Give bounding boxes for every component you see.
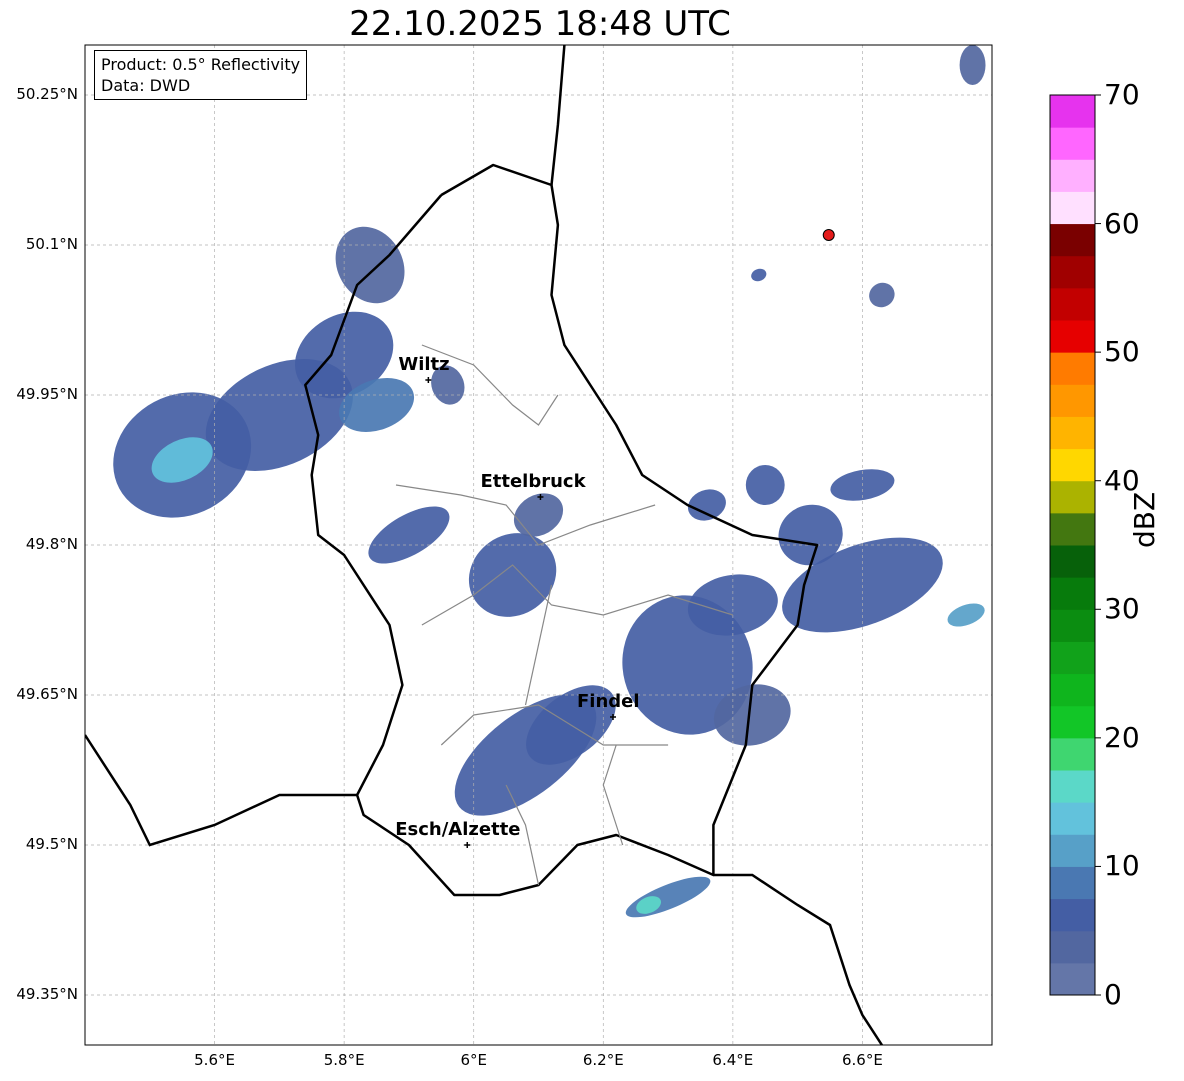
lat-tick-label: 50.25°N	[16, 85, 78, 103]
colorbar-segment	[1050, 866, 1095, 900]
lat-tick-label: 49.65°N	[16, 685, 78, 703]
colorbar-tick-label: 20	[1104, 720, 1140, 754]
lat-tick-label: 49.35°N	[16, 985, 78, 1003]
colorbar-segment	[1050, 320, 1095, 353]
city-label: Wiltz	[398, 354, 450, 375]
data-source-label: Data: DWD	[101, 76, 191, 95]
colorbar-segment	[1050, 770, 1095, 803]
radar-echo	[335, 226, 405, 304]
city-label: Esch/Alzette	[395, 819, 521, 840]
radar-echo	[751, 268, 767, 282]
lat-tick-label: 49.5°N	[25, 835, 78, 853]
colorbar-tick-label: 60	[1104, 206, 1140, 240]
colorbar-segment	[1050, 352, 1095, 385]
colorbar-segment	[1050, 416, 1095, 450]
lon-tick-label: 6°E	[460, 1051, 487, 1069]
city-label: Findel	[577, 691, 640, 712]
colorbar-segment	[1050, 545, 1095, 578]
colorbar-segment	[1050, 577, 1095, 610]
colorbar-segment	[1050, 737, 1095, 771]
colorbar-segment	[1050, 255, 1095, 289]
lon-tick-label: 5.6°E	[194, 1051, 235, 1069]
radar-echo	[959, 45, 986, 85]
radar-echo	[368, 506, 450, 564]
colorbar-segment	[1050, 480, 1095, 514]
lon-tick-label: 5.8°E	[323, 1051, 365, 1069]
be-fr-border	[85, 734, 358, 847]
de-fr-border	[713, 873, 883, 1045]
be-de-border	[550, 45, 566, 186]
colorbar-segment	[1050, 448, 1095, 482]
colorbar-tick-label: 70	[1104, 78, 1140, 111]
lon-tick-label: 6.6°E	[842, 1051, 883, 1069]
colorbar-segment	[1050, 930, 1095, 964]
colorbar-segment	[1050, 705, 1095, 739]
colorbar-segment	[1050, 834, 1095, 867]
colorbar-segment	[1050, 609, 1095, 642]
colorbar-tick-label: 0	[1104, 978, 1122, 1011]
product-label: Product: 0.5° Reflectivity	[101, 55, 301, 74]
colorbar-segment	[1050, 287, 1095, 321]
colorbar-tick-label: 30	[1104, 592, 1140, 626]
lon-tick-label: 6.4°E	[712, 1051, 754, 1069]
colorbar-segment	[1050, 223, 1095, 257]
radar-echo	[625, 876, 711, 918]
colorbar-segment	[1050, 95, 1095, 128]
colorbar-segment	[1050, 384, 1095, 417]
radar-echo	[468, 533, 557, 617]
lat-tick-label: 49.8°N	[25, 535, 78, 553]
radar-site-marker	[822, 229, 835, 241]
colorbar-segment	[1050, 673, 1095, 707]
colorbar-segment	[1050, 127, 1095, 160]
canton-border	[602, 744, 624, 846]
lon-tick-label: 6.2°E	[582, 1051, 624, 1069]
colorbar-unit-label: dBZ	[1128, 491, 1161, 548]
colorbar-segment	[1050, 802, 1095, 835]
radar-echo	[947, 603, 985, 627]
radar-echo	[745, 465, 785, 505]
radar-echo	[687, 489, 726, 521]
colorbar-segment	[1050, 512, 1095, 546]
colorbar-segment	[1050, 962, 1095, 996]
colorbar-tick-label: 50	[1104, 335, 1140, 369]
city-label: Ettelbruck	[480, 471, 586, 492]
radar-map	[84, 44, 1101, 1046]
colorbar	[1049, 94, 1101, 996]
radar-echo	[869, 282, 895, 308]
info-box: Product: 0.5° Reflectivity Data: DWD	[94, 50, 308, 100]
colorbar-segment	[1050, 159, 1095, 192]
lat-tick-label: 50.1°N	[25, 235, 78, 253]
colorbar-segment	[1050, 898, 1095, 932]
colorbar-segment	[1050, 191, 1095, 225]
colorbar-tick-label: 10	[1104, 849, 1140, 883]
colorbar-segment	[1050, 641, 1095, 675]
lat-tick-label: 49.95°N	[16, 385, 78, 403]
